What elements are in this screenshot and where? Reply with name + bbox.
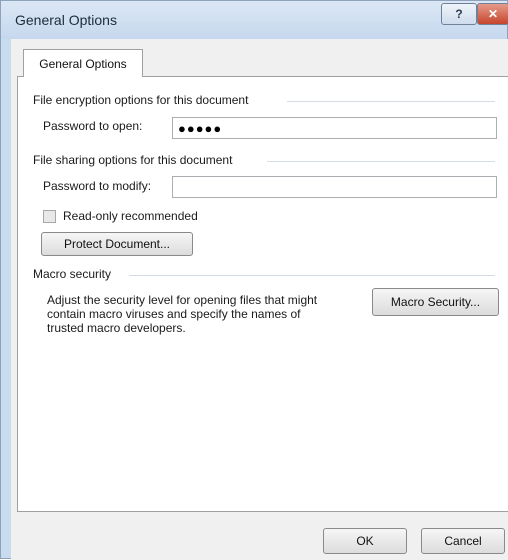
encryption-group-divider: [287, 101, 495, 102]
general-options-dialog: General Options ? ✕ General Options File…: [0, 0, 508, 560]
cancel-label: Cancel: [444, 534, 482, 548]
close-button[interactable]: ✕: [477, 3, 508, 25]
sharing-group-divider: [267, 161, 495, 162]
macro-description-line: contain macro viruses and specify the na…: [47, 307, 301, 321]
help-icon: ?: [455, 7, 463, 21]
password-open-label: Password to open:: [43, 119, 143, 133]
macro-description: Adjust the security level for opening fi…: [47, 293, 367, 335]
macro-group-label: Macro security: [33, 267, 112, 281]
help-button[interactable]: ?: [441, 3, 477, 25]
encryption-group-label: File encryption options for this documen…: [33, 93, 249, 107]
tab-general-options[interactable]: General Options: [23, 49, 143, 77]
password-modify-field[interactable]: [172, 176, 497, 198]
macro-description-line: Adjust the security level for opening fi…: [47, 293, 318, 307]
ok-label: OK: [356, 534, 374, 548]
password-open-field[interactable]: ●●●●●: [172, 117, 497, 139]
protect-document-label: Protect Document...: [63, 237, 171, 251]
ok-button[interactable]: OK: [323, 528, 407, 554]
password-open-value: ●●●●●: [178, 120, 223, 136]
title-bar[interactable]: General Options ? ✕: [1, 1, 508, 39]
sharing-group-label: File sharing options for this document: [33, 153, 233, 167]
tab-label: General Options: [39, 56, 127, 71]
macro-description-line: trusted macro developers.: [47, 321, 186, 335]
dialog-title: General Options: [15, 12, 117, 28]
password-modify-label: Password to modify:: [43, 179, 152, 193]
macro-security-label: Macro Security...: [390, 295, 481, 309]
cancel-button[interactable]: Cancel: [421, 528, 505, 554]
close-icon: ✕: [487, 7, 499, 21]
macro-group-divider: [129, 275, 495, 276]
macro-security-button[interactable]: Macro Security...: [372, 288, 499, 316]
protect-document-button[interactable]: Protect Document...: [41, 232, 193, 256]
read-only-checkbox[interactable]: [43, 210, 56, 223]
read-only-label[interactable]: Read-only recommended: [63, 209, 198, 223]
